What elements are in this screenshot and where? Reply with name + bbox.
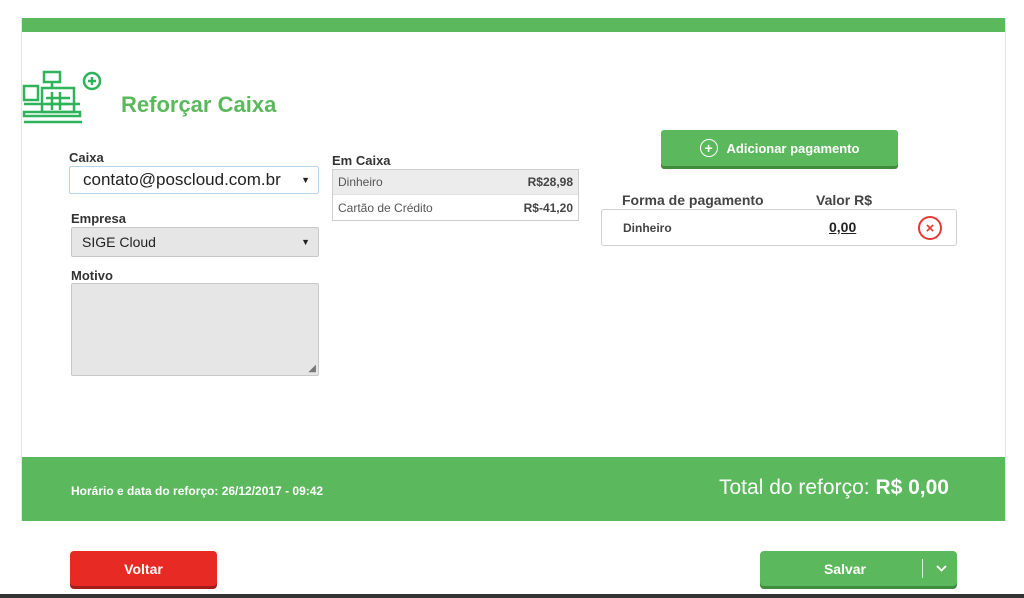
col-forma-pagamento: Forma de pagamento: [622, 192, 764, 208]
summary-footer: Horário e data do reforço: 26/12/2017 - …: [22, 457, 1005, 521]
add-payment-label: Adicionar pagamento: [726, 140, 860, 156]
em-caixa-value: R$-41,20: [523, 200, 573, 215]
add-payment-button[interactable]: + Adicionar pagamento: [661, 130, 898, 166]
save-label: Salvar: [823, 560, 867, 577]
em-caixa-value: R$28,98: [527, 175, 573, 189]
chevron-down-icon: ▼: [301, 237, 310, 247]
em-caixa-table: Dinheiro R$28,98 Cartão de Crédito R$-41…: [332, 169, 579, 221]
caixa-select[interactable]: contato@poscloud.com.br ▼: [69, 166, 319, 194]
remove-payment-icon[interactable]: ×: [918, 216, 942, 240]
table-row: Dinheiro R$28,98: [333, 170, 578, 195]
plus-circle-icon: +: [699, 139, 718, 157]
chevron-down-icon: ▼: [301, 175, 310, 185]
chevron-down-icon[interactable]: [928, 551, 955, 586]
card-top-bar: [22, 18, 1005, 32]
back-button[interactable]: Voltar: [70, 551, 217, 586]
title-row: Reforçar Caixa: [22, 68, 352, 134]
col-valor: Valor R$: [816, 192, 873, 208]
total-label: Total do reforço:: [719, 476, 870, 499]
resize-handle-icon[interactable]: ◢: [308, 363, 316, 374]
payment-forma: Dinheiro: [623, 221, 672, 235]
empresa-select[interactable]: SIGE Cloud ▼: [71, 227, 319, 257]
total-value: R$ 0,00: [875, 476, 949, 499]
cash-register-add-icon: [22, 70, 102, 124]
window-bottom-edge: [0, 594, 1024, 598]
reforco-timestamp: Horário e data do reforço: 26/12/2017 - …: [71, 484, 324, 498]
table-row: Cartão de Crédito R$-41,20: [333, 195, 578, 220]
reforco-card: Reforçar Caixa Caixa contato@poscloud.co…: [21, 18, 1006, 521]
motivo-textarea[interactable]: ◢: [71, 283, 319, 376]
em-caixa-name: Dinheiro: [338, 175, 383, 189]
empresa-select-value: SIGE Cloud: [82, 234, 156, 250]
page-title: Reforçar Caixa: [121, 92, 277, 117]
em-caixa-name: Cartão de Crédito: [338, 200, 433, 215]
payment-row: Dinheiro 0,00 ×: [601, 209, 957, 246]
payment-valor-input[interactable]: 0,00: [829, 219, 856, 235]
caixa-select-value: contato@poscloud.com.br: [83, 170, 281, 189]
back-label: Voltar: [124, 560, 163, 577]
total-reforco: Total do reforço: R$ 0,00: [719, 476, 949, 500]
save-divider: [922, 559, 923, 578]
caixa-label: Caixa: [69, 150, 104, 165]
motivo-label: Motivo: [71, 268, 113, 283]
empresa-label: Empresa: [71, 211, 126, 226]
page: Reforçar Caixa Caixa contato@poscloud.co…: [0, 0, 1024, 598]
em-caixa-label: Em Caixa: [332, 153, 391, 168]
save-button[interactable]: Salvar: [760, 551, 957, 586]
